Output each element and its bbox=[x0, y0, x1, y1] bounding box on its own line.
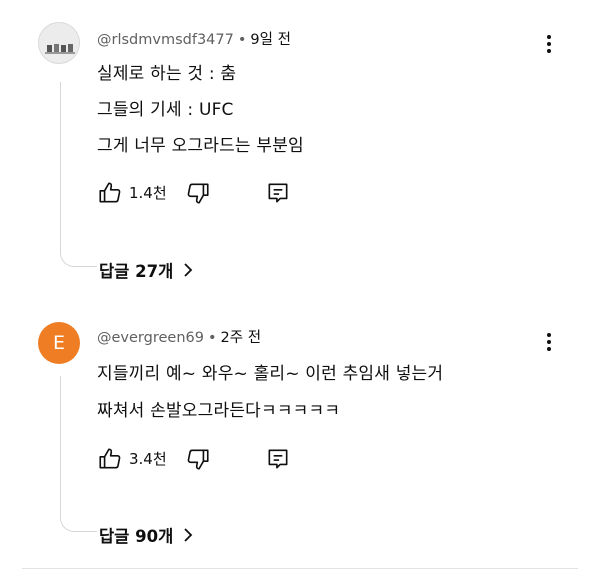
thumb-down-icon bbox=[187, 449, 209, 470]
avatar[interactable]: E bbox=[38, 322, 80, 364]
reply-button[interactable] bbox=[265, 446, 291, 476]
more-vert-icon bbox=[547, 333, 551, 351]
timestamp[interactable]: 2주 전 bbox=[221, 330, 262, 346]
like-count: 1.4천 bbox=[129, 184, 167, 202]
author-handle[interactable]: @evergreen69 bbox=[97, 330, 204, 346]
replies-count-label: 답글 90개 bbox=[99, 527, 174, 546]
comment-text-line: 실제로 하는 것 : 춤 bbox=[97, 64, 237, 84]
replies-count-label: 답글 27개 bbox=[99, 262, 174, 281]
thumb-up-icon bbox=[99, 448, 121, 469]
dislike-button[interactable] bbox=[185, 446, 211, 476]
like-button[interactable] bbox=[97, 446, 123, 476]
chevron-right-icon bbox=[184, 263, 193, 277]
thread-connector bbox=[60, 376, 97, 532]
divider bbox=[22, 568, 578, 569]
like-button[interactable] bbox=[97, 180, 123, 210]
avatar[interactable] bbox=[38, 22, 80, 64]
comment-header: @evergreen69 • 2주 전 bbox=[97, 326, 261, 347]
reply-button[interactable] bbox=[265, 180, 291, 210]
comment-text-line: 그들의 기세 : UFC bbox=[97, 100, 234, 120]
avatar-image bbox=[39, 23, 79, 63]
more-vert-icon bbox=[547, 35, 551, 53]
comment-text-line: 지들끼리 예~ 와우~ 홀리~ 이런 추임새 넣는거 bbox=[97, 364, 444, 384]
timestamp[interactable]: 9일 전 bbox=[250, 32, 291, 48]
chevron-right-icon bbox=[184, 528, 193, 542]
like-count: 3.4천 bbox=[129, 450, 167, 468]
separator-dot: • bbox=[237, 32, 247, 48]
comment-header: @rlsdmvmsdf3477 • 9일 전 bbox=[97, 28, 291, 49]
view-replies-button[interactable]: 답글 27개 bbox=[99, 258, 195, 282]
thumb-down-icon bbox=[187, 183, 209, 204]
more-options-button[interactable] bbox=[542, 33, 556, 55]
dislike-button[interactable] bbox=[185, 180, 211, 210]
more-options-button[interactable] bbox=[542, 331, 556, 353]
reply-comment-icon bbox=[268, 183, 288, 203]
thumb-up-icon bbox=[99, 182, 121, 203]
comment-text-line: 그게 너무 오그라드는 부분임 bbox=[97, 136, 304, 156]
avatar-initial: E bbox=[52, 332, 65, 354]
author-handle[interactable]: @rlsdmvmsdf3477 bbox=[97, 32, 234, 48]
thread-connector bbox=[60, 82, 97, 267]
separator-dot: • bbox=[207, 330, 217, 346]
comment-text-line: 짜쳐서 손발오그라든다ㅋㅋㅋㅋㅋ bbox=[97, 401, 341, 421]
reply-comment-icon bbox=[268, 449, 288, 469]
view-replies-button[interactable]: 답글 90개 bbox=[99, 523, 195, 547]
